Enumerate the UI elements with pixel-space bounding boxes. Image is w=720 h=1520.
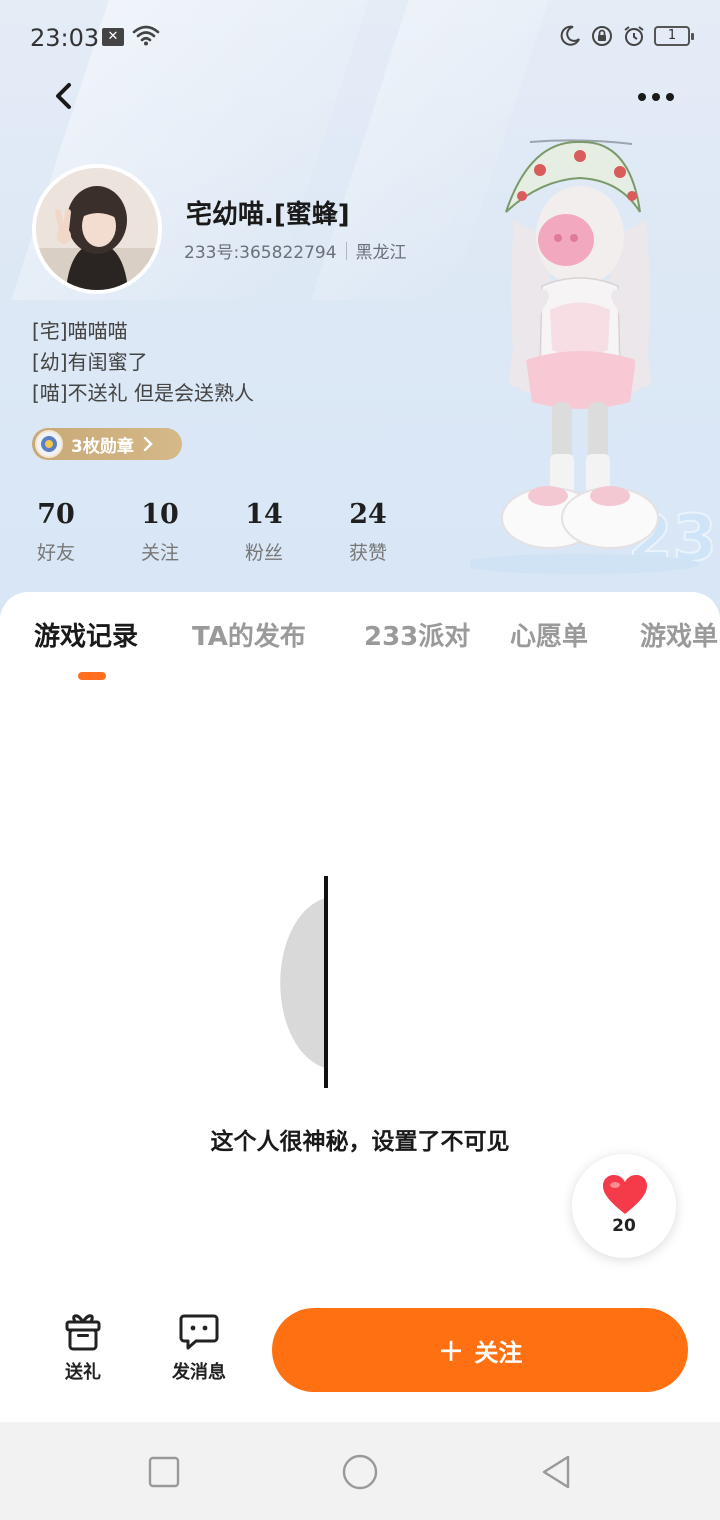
bio-line: [幼]有闺蜜了	[32, 350, 148, 374]
stat-fans[interactable]: 14 粉丝	[224, 496, 304, 565]
follow-button[interactable]: + 关注	[272, 1308, 688, 1392]
gift-icon	[65, 1314, 101, 1351]
rotation-lock-icon	[592, 26, 612, 46]
nickname: 宅幼喵.[蜜蜂]	[186, 200, 350, 230]
tab-ta-posts[interactable]: TA的发布	[192, 616, 306, 653]
chevron-left-icon	[56, 83, 71, 109]
avatar-photo	[36, 168, 158, 290]
divider	[345, 241, 347, 260]
gift-label: 送礼	[65, 1362, 101, 1383]
location: 黑龙江	[355, 243, 407, 263]
gift-button[interactable]: 送礼	[38, 1310, 128, 1384]
stats-row: 70 好友 10 关注 14 粉丝 24 获赞	[0, 496, 440, 576]
bio-line: [宅]喵喵喵	[32, 319, 128, 343]
bio: [宅]喵喵喵 [幼]有闺蜜了 [喵]不送礼 但是会送熟人	[32, 316, 254, 409]
empty-state-message: 这个人很神秘，设置了不可见	[210, 1129, 510, 1155]
avatar-character: 233	[470, 139, 720, 577]
status-bar: 23:03 ✕ 1	[0, 0, 720, 74]
chat-bubble-icon	[179, 1314, 219, 1350]
status-time: 23:03	[30, 24, 100, 52]
badge-label: 3枚勋章	[71, 436, 134, 457]
message-button[interactable]: 发消息	[154, 1310, 244, 1384]
home-button[interactable]	[340, 1452, 380, 1492]
moon-icon	[560, 25, 580, 46]
tab-bar: 游戏记录 TA的发布 233派对 心愿单 游戏单	[0, 592, 720, 692]
tab-game-records[interactable]: 游戏记录	[34, 616, 138, 653]
heart-icon	[603, 1175, 647, 1214]
empty-state-illustration	[280, 876, 328, 1088]
stat-value: 14	[245, 499, 283, 530]
stat-friends[interactable]: 70 好友	[16, 496, 96, 565]
bio-line: [喵]不送礼 但是会送熟人	[32, 381, 254, 405]
x-box-icon: ✕	[102, 28, 124, 46]
stat-label: 粉丝	[244, 542, 283, 564]
tab-indicator	[78, 672, 106, 680]
battery-icon: 1	[654, 26, 694, 46]
more-dots-icon	[638, 93, 674, 101]
chevron-right-icon	[143, 436, 153, 452]
like-count: 20	[612, 1216, 636, 1236]
stat-label: 好友	[36, 542, 75, 564]
id-row: 233号:365822794 黑龙江	[184, 238, 407, 263]
follow-label: 关注	[474, 1338, 523, 1367]
user-id: 233号:365822794	[184, 243, 337, 263]
tab-wishlist[interactable]: 心愿单	[510, 616, 588, 653]
avatar[interactable]	[32, 164, 162, 294]
alarm-icon	[624, 26, 644, 46]
more-button[interactable]	[630, 80, 686, 114]
stat-value: 24	[349, 499, 387, 530]
wifi-icon	[132, 25, 160, 46]
stat-likes[interactable]: 24 获赞	[328, 496, 408, 565]
plus-icon: +	[437, 1331, 465, 1369]
recent-apps-button[interactable]	[144, 1452, 184, 1492]
badge-button[interactable]: 3枚勋章	[32, 428, 182, 460]
stat-value: 70	[37, 499, 75, 530]
action-bar: 送礼 发消息 + 关注	[0, 1292, 720, 1422]
stat-following[interactable]: 10 关注	[120, 496, 200, 565]
back-button[interactable]	[44, 76, 84, 116]
like-button[interactable]: 20	[572, 1154, 676, 1258]
system-nav-bar	[0, 1422, 720, 1520]
stat-label: 关注	[140, 542, 179, 564]
message-label: 发消息	[172, 1362, 226, 1383]
back-nav-button[interactable]	[536, 1452, 576, 1492]
stat-value: 10	[141, 499, 179, 530]
tab-233-party[interactable]: 233派对	[364, 616, 470, 653]
stat-label: 获赞	[348, 542, 387, 564]
medal-icon	[35, 430, 63, 458]
tab-game-lists[interactable]: 游戏单	[640, 616, 718, 653]
